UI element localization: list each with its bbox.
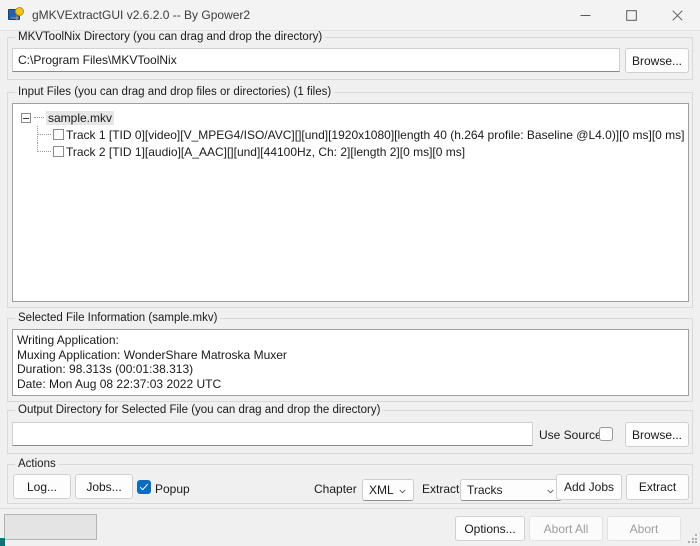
tree-root-label: sample.mkv	[46, 110, 115, 125]
output-browse-button[interactable]: Browse...	[625, 422, 689, 447]
extract-label: Extract	[422, 482, 460, 496]
options-button[interactable]: Options...	[455, 516, 525, 541]
track-checkbox[interactable]	[53, 129, 64, 140]
maximize-button[interactable]	[608, 0, 654, 30]
use-source-label: Use Source	[539, 428, 602, 442]
input-files-group: Input Files (you can drag and drop files…	[7, 86, 693, 308]
use-source-checkbox[interactable]	[599, 427, 613, 441]
resize-grip-icon[interactable]	[688, 534, 698, 544]
chevron-down-icon	[399, 489, 406, 494]
selected-file-info-panel[interactable]: Writing Application: Muxing Application:…	[12, 329, 689, 396]
output-directory-input[interactable]	[12, 422, 533, 446]
extract-mode-select[interactable]: Tracks	[460, 479, 562, 501]
track-label: Track 1 [TID 0][video][V_MPEG4/ISO/AVC][…	[66, 127, 685, 142]
tree-connector	[34, 116, 44, 119]
popup-label: Popup	[155, 482, 190, 496]
selected-file-info-group: Selected File Information (sample.mkv) W…	[7, 312, 693, 402]
mkvtoolnix-group-label: MKVToolNix Directory (you can drag and d…	[15, 31, 326, 43]
output-directory-group-label: Output Directory for Selected File (you …	[15, 404, 384, 416]
abort-all-button: Abort All	[529, 516, 603, 541]
app-icon	[8, 7, 24, 23]
mkvtoolnix-browse-button[interactable]: Browse...	[625, 48, 689, 73]
window-controls	[562, 0, 700, 30]
tree-root-node[interactable]: sample.mkv	[13, 109, 688, 126]
extract-button[interactable]: Extract	[626, 474, 689, 500]
add-jobs-button[interactable]: Add Jobs	[556, 474, 622, 500]
status-bar: Options... Abort All Abort	[0, 508, 700, 546]
mkvtoolnix-path-input[interactable]: C:\Program Files\MKVToolNix	[12, 48, 620, 72]
close-button[interactable]	[654, 0, 700, 30]
chapter-label: Chapter	[314, 482, 357, 496]
tree-connector	[37, 126, 53, 143]
title-bar: gMKVExtractGUI v2.6.2.0 -- By Gpower2	[0, 0, 700, 31]
actions-group: Actions Log... Jobs... Popup Chapter XML…	[7, 458, 693, 504]
progress-panel	[4, 514, 97, 540]
mkvtoolnix-directory-group: MKVToolNix Directory (you can drag and d…	[7, 31, 693, 80]
extract-mode-value: Tracks	[467, 483, 503, 497]
input-files-group-label: Input Files (you can drag and drop files…	[15, 86, 335, 98]
chapter-format-value: XML	[369, 483, 394, 497]
input-files-tree[interactable]: sample.mkv Track 1 [TID 0][video][V_MPEG…	[12, 103, 689, 302]
jobs-button[interactable]: Jobs...	[75, 474, 133, 499]
selected-file-info-text: Writing Application: Muxing Application:…	[17, 333, 287, 391]
chapter-format-select[interactable]: XML	[362, 479, 414, 501]
tree-connector	[37, 143, 53, 160]
tree-track-row[interactable]: Track 1 [TID 0][video][V_MPEG4/ISO/AVC][…	[13, 126, 688, 143]
output-directory-group: Output Directory for Selected File (you …	[7, 404, 693, 454]
tree-track-row[interactable]: Track 2 [TID 1][audio][A_AAC][][und][441…	[13, 143, 688, 160]
abort-button: Abort	[607, 516, 681, 541]
log-button[interactable]: Log...	[13, 474, 71, 499]
minimize-button[interactable]	[562, 0, 608, 30]
window-title: gMKVExtractGUI v2.6.2.0 -- By Gpower2	[32, 8, 251, 22]
track-label: Track 2 [TID 1][audio][A_AAC][][und][441…	[66, 144, 466, 159]
selected-file-info-group-label: Selected File Information (sample.mkv)	[15, 312, 221, 324]
collapse-icon[interactable]	[21, 112, 31, 123]
taskbar-edge-accent	[0, 538, 5, 546]
popup-checkbox[interactable]	[137, 480, 151, 494]
actions-group-label: Actions	[15, 458, 59, 470]
chevron-down-icon	[547, 489, 554, 494]
track-checkbox[interactable]	[53, 146, 64, 157]
